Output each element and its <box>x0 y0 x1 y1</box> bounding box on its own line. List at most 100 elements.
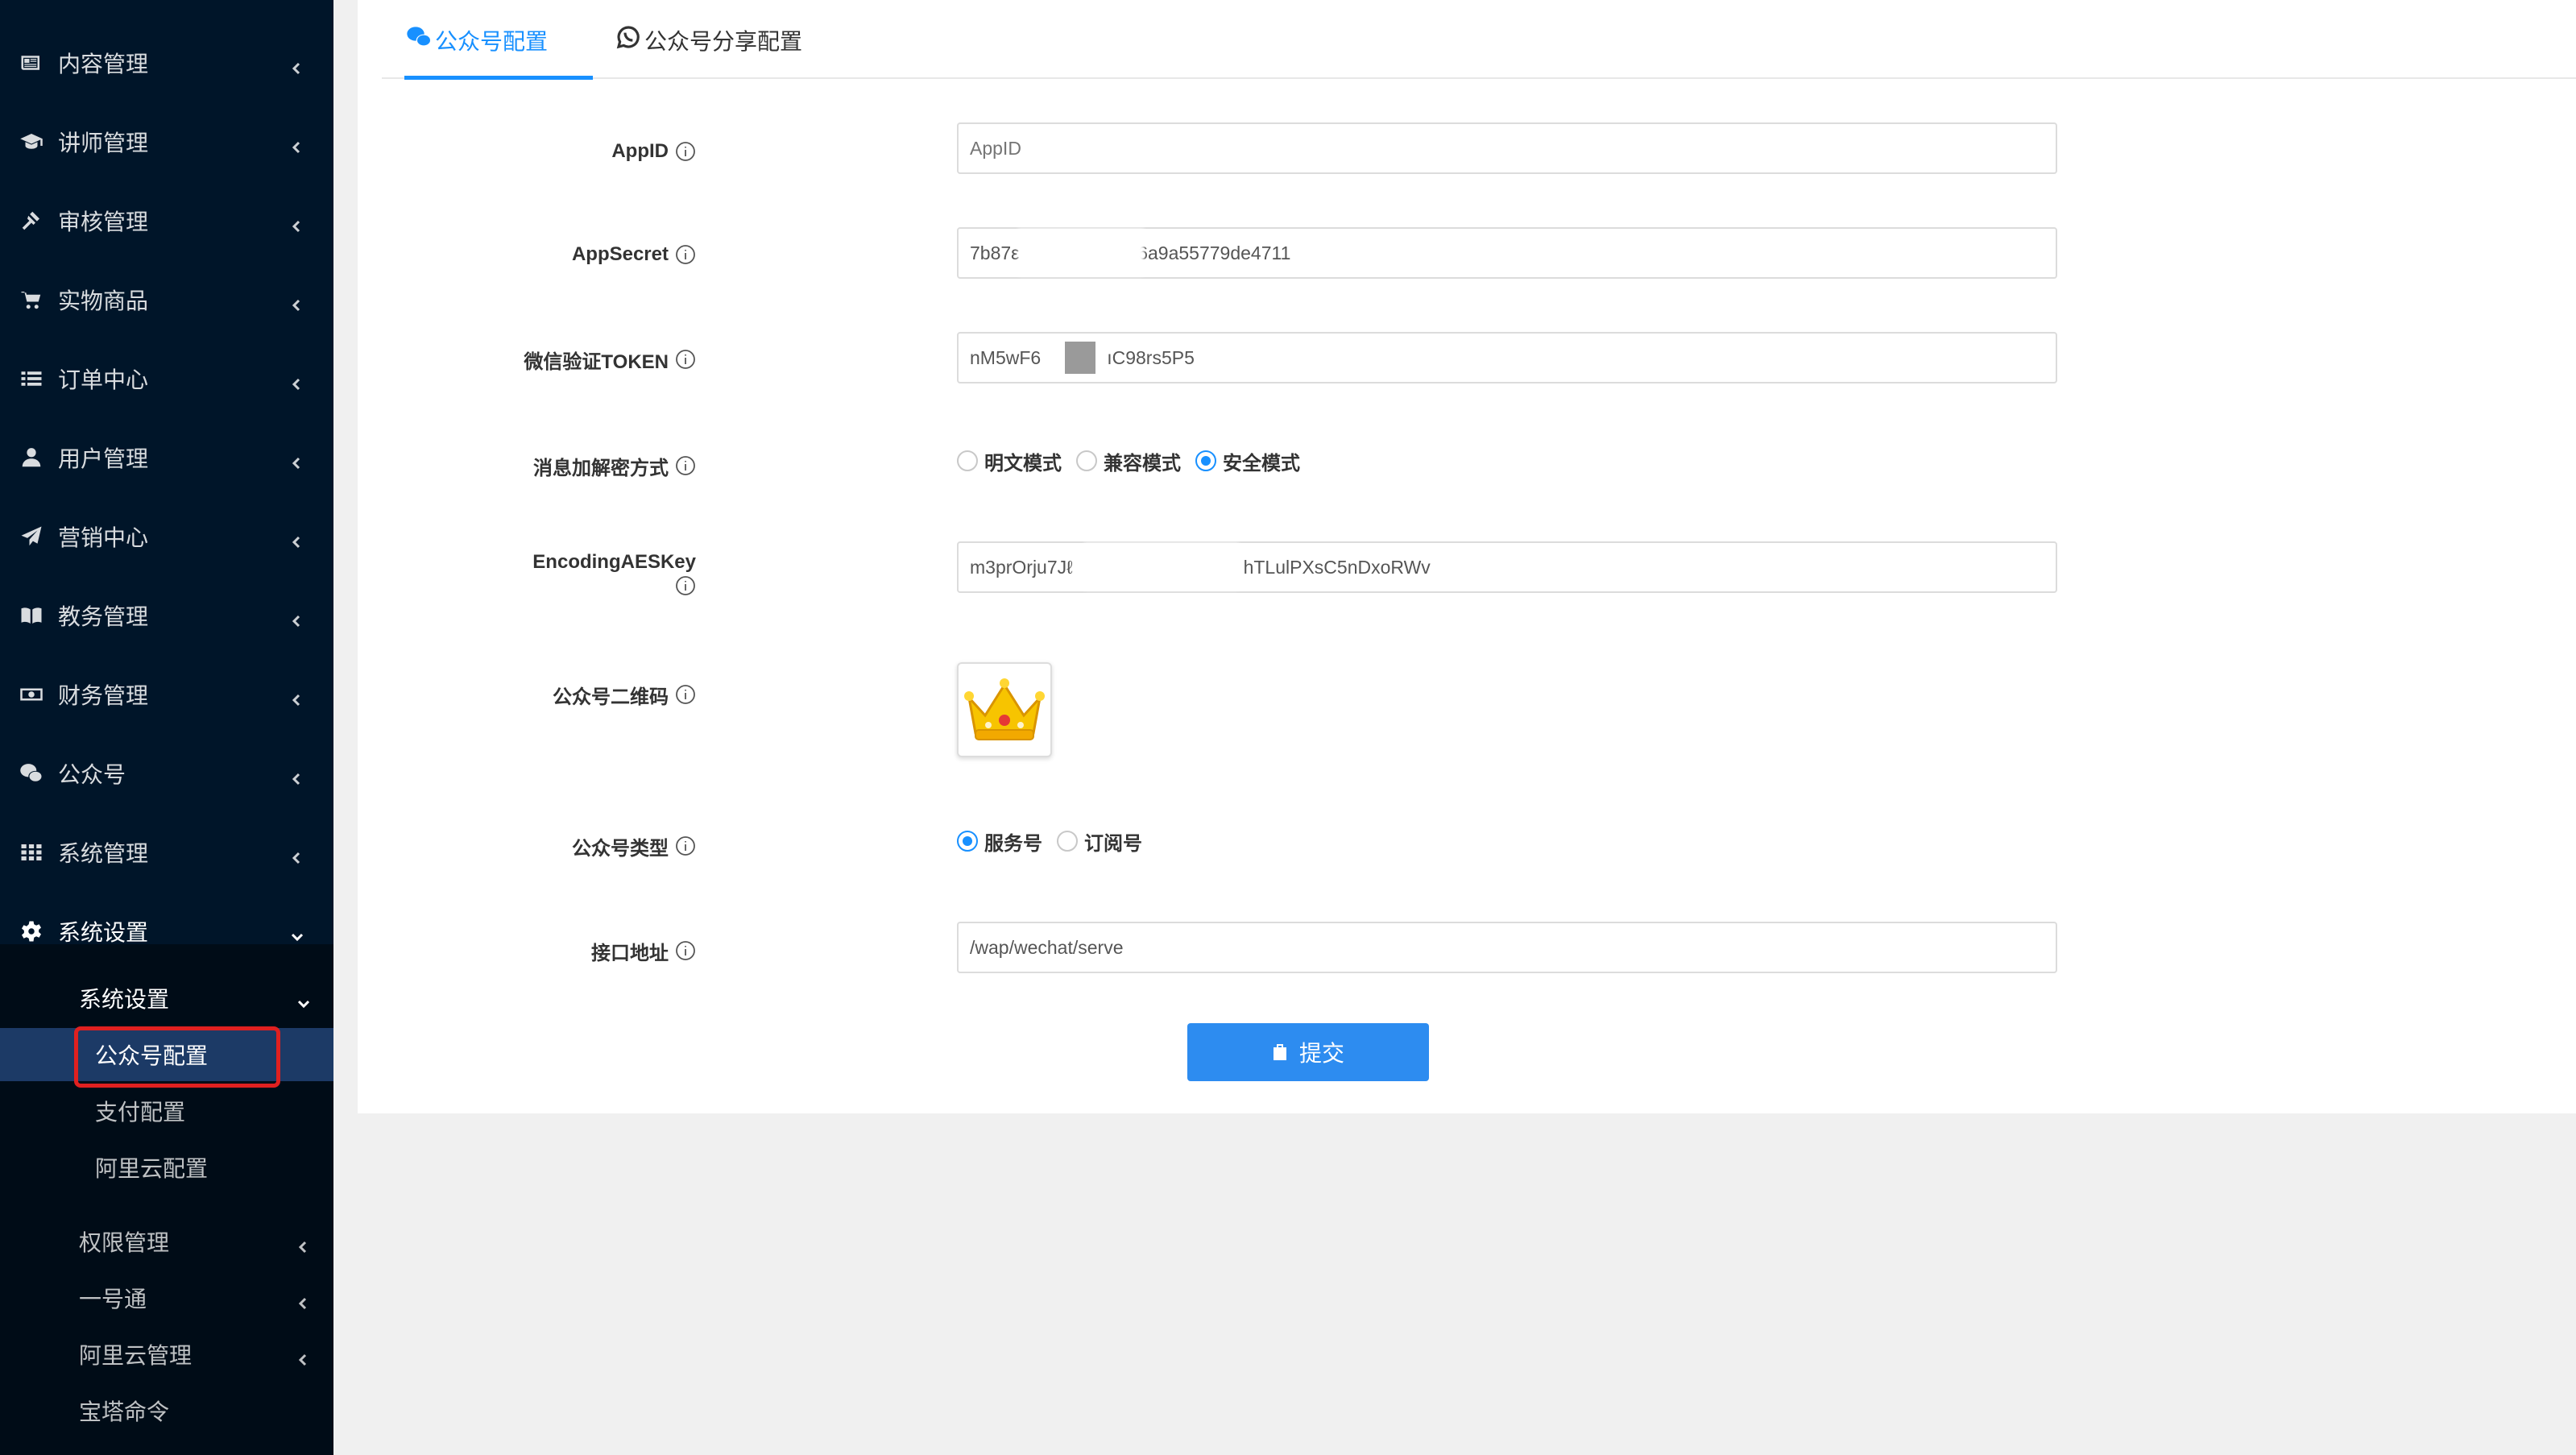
submenu-item-payment-config[interactable]: 支付配置 <box>0 1084 333 1138</box>
radio-label: 兼容模式 <box>1104 452 1181 475</box>
encrypt-mode-radio-group: 明文模式 兼容模式 安全模式 <box>957 445 1315 477</box>
sidebar-item-users[interactable]: 用户管理 <box>0 425 333 490</box>
tab-label: 公众号配置 <box>435 29 549 54</box>
sidebar-item-label: 公众号 <box>58 762 126 787</box>
save-icon <box>1272 1043 1299 1062</box>
field-label-text: 微信验证TOKEN <box>524 350 669 373</box>
radio-label: 安全模式 <box>1223 452 1300 475</box>
info-icon[interactable] <box>675 835 696 856</box>
token-input[interactable]: nM5wF6 ıC98rs5P5 <box>957 332 2057 383</box>
submenu-item-label: 一号通 <box>79 1287 147 1312</box>
chevron-left-icon <box>296 1347 311 1366</box>
qrcode-upload[interactable] <box>957 662 1052 757</box>
chevron-left-icon <box>290 845 304 864</box>
whatsapp-icon <box>615 24 644 50</box>
chevron-left-icon <box>296 1234 311 1254</box>
appid-input[interactable] <box>957 122 2057 174</box>
input-value-start: m3prOrju7Jℓ <box>970 556 1073 578</box>
sidebar-item-teachers[interactable]: 讲师管理 <box>0 110 333 174</box>
radio-plaintext[interactable]: 明文模式 <box>957 447 1062 475</box>
submenu-item-aliyun-config[interactable]: 阿里云配置 <box>0 1141 333 1194</box>
input-value-start: 7b87ε <box>970 242 1020 263</box>
paper-plane-icon <box>18 523 45 550</box>
wechat-icon <box>18 760 45 787</box>
sidebar-item-content[interactable]: 内容管理 <box>0 31 333 95</box>
submenu-group-label: 系统设置 <box>79 987 170 1012</box>
chevron-left-icon <box>290 213 304 233</box>
money-icon <box>18 681 45 708</box>
chevron-left-icon <box>296 1291 311 1310</box>
submit-button[interactable]: 提交 <box>1187 1023 1429 1081</box>
field-label-text: 消息加解密方式 <box>533 457 669 479</box>
chevron-left-icon <box>290 450 304 470</box>
chevron-left-icon <box>290 56 304 75</box>
sidebar-item-orders[interactable]: 订单中心 <box>0 346 333 411</box>
gear-icon <box>18 918 45 945</box>
sidebar-item-label: 讲师管理 <box>58 131 149 155</box>
sidebar-item-label: 系统管理 <box>58 841 149 866</box>
sidebar-item-goods[interactable]: 实物商品 <box>0 267 333 332</box>
submenu-item-label: 支付配置 <box>95 1100 186 1125</box>
field-label-text: 公众号类型 <box>572 837 669 860</box>
book-icon <box>18 602 45 629</box>
info-icon[interactable] <box>675 575 696 596</box>
radio-label: 明文模式 <box>984 452 1062 475</box>
info-icon[interactable] <box>675 349 696 370</box>
sidebar-item-review[interactable]: 审核管理 <box>0 189 333 253</box>
tab-label: 公众号分享配置 <box>644 29 803 54</box>
input-value-end: hTLulPXsC5nDxoRWv <box>1243 556 1431 578</box>
radio-secure[interactable]: 安全模式 <box>1195 447 1300 475</box>
sidebar-item-label: 用户管理 <box>58 446 149 471</box>
info-icon[interactable] <box>675 244 696 265</box>
radio-subscription-account[interactable]: 订阅号 <box>1057 827 1142 856</box>
submenu-item-baota[interactable]: 宝塔命令 <box>0 1384 333 1437</box>
submenu-item-yihaotong[interactable]: 一号通 <box>0 1271 333 1324</box>
sidebar-item-label: 实物商品 <box>58 288 149 313</box>
radio-dot <box>957 450 978 471</box>
submenu-item-permissions[interactable]: 权限管理 <box>0 1215 333 1268</box>
chevron-left-icon <box>290 135 304 154</box>
sidebar-item-wechat[interactable]: 公众号 <box>0 741 333 806</box>
endpoint-input[interactable]: /wap/wechat/serve <box>957 922 2057 973</box>
chevron-left-icon <box>290 608 304 628</box>
sidebar-item-label: 审核管理 <box>58 209 149 234</box>
chevron-left-icon <box>290 529 304 549</box>
field-label-text: AppSecret <box>571 243 669 265</box>
info-icon[interactable] <box>675 141 696 162</box>
info-icon[interactable] <box>675 455 696 476</box>
graduation-cap-icon <box>18 128 45 155</box>
sidebar-item-finance[interactable]: 财务管理 <box>0 662 333 727</box>
radio-dot <box>1195 450 1216 471</box>
aeskey-label: EncodingAESKey <box>438 551 696 607</box>
info-icon[interactable] <box>675 940 696 961</box>
sidebar-item-marketing[interactable]: 营销中心 <box>0 504 333 569</box>
user-icon <box>18 444 45 471</box>
appid-label: AppID <box>438 135 696 168</box>
submenu-item-aliyun-manage[interactable]: 阿里云管理 <box>0 1328 333 1381</box>
sidebar-item-academic[interactable]: 教务管理 <box>0 583 333 648</box>
gavel-icon <box>18 207 45 234</box>
endpoint-label: 接口地址 <box>438 935 696 967</box>
main-panel: 公众号配置 公众号分享配置 AppID AppSecret 7b87ε 36a9… <box>358 0 2576 1113</box>
sidebar: 内容管理 讲师管理 审核管理 实物商品 订单中心 用户管理 营销中心 教务管理 <box>0 0 333 1455</box>
tab-wechat-share-config[interactable]: 公众号分享配置 <box>615 24 802 77</box>
radio-label: 订阅号 <box>1084 832 1142 855</box>
newspaper-icon <box>18 49 45 77</box>
sidebar-item-label: 教务管理 <box>58 604 149 629</box>
submenu-item-label: 阿里云管理 <box>79 1343 193 1368</box>
sidebar-item-system-manage[interactable]: 系统管理 <box>0 820 333 885</box>
field-label-text: EncodingAESKey <box>532 551 696 573</box>
input-value-start: nM5wF6 <box>970 346 1042 368</box>
chevron-down-icon <box>290 924 304 942</box>
chevron-left-icon <box>290 292 304 312</box>
input-value-end: 36a9a55779de4711 <box>1127 242 1291 263</box>
submenu-item-label: 权限管理 <box>79 1230 170 1255</box>
active-item-highlight <box>74 1026 280 1088</box>
chevron-down-icon <box>296 991 311 1009</box>
submenu-group-system-settings[interactable]: 系统设置 <box>0 972 333 1025</box>
info-icon[interactable] <box>675 684 696 705</box>
radio-compatible[interactable]: 兼容模式 <box>1076 447 1181 475</box>
radio-service-account[interactable]: 服务号 <box>957 827 1042 856</box>
tab-wechat-config[interactable]: 公众号配置 <box>406 24 548 77</box>
wechat-icon <box>406 24 435 50</box>
